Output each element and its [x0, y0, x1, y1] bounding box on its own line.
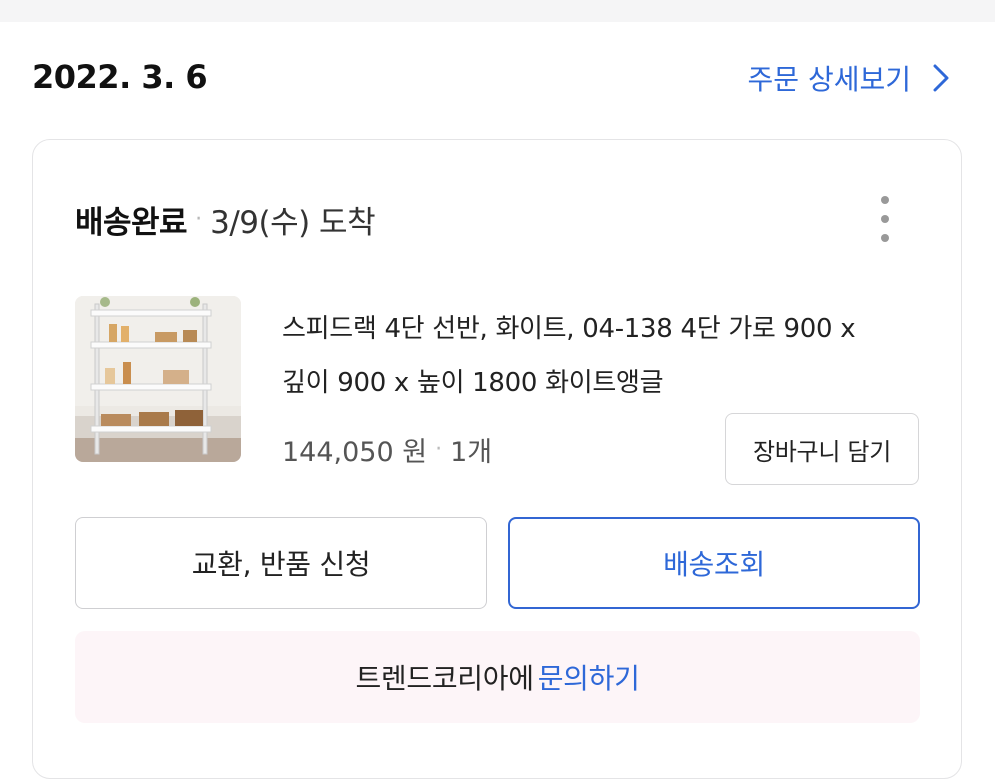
delivery-status: 배송완료 [75, 205, 188, 241]
track-delivery-button[interactable]: 배송조회 [508, 517, 920, 609]
product-price: 144,050 원 [282, 437, 428, 468]
chevron-right-icon [933, 64, 949, 92]
arrival-date: 3/9(수) 도착 [210, 205, 376, 241]
product-quantity: 1개 [450, 437, 493, 468]
price-row: 144,050 원 · 1개 [282, 430, 492, 469]
exchange-return-button[interactable]: 교환, 반품 신청 [75, 517, 487, 609]
product-name[interactable]: 스피드랙 4단 선반, 화이트, 04-138 4단 가로 900 x 깊이 9… [282, 302, 912, 410]
price-separator: · [435, 437, 443, 462]
seller-name: 트렌드코리아에 [355, 662, 534, 695]
order-date: 2022. 3. 6 [32, 58, 208, 96]
product-name-line2: 깊이 900 x 높이 1800 화이트앵글 [282, 368, 664, 398]
top-strip [0, 0, 995, 22]
inquiry-link[interactable]: 문의하기 [538, 657, 640, 697]
order-card: 배송완료 · 3/9(수) 도착 스피드랙 4단 선반, 화이트, 04-138… [32, 139, 962, 779]
shipment-status-row: 배송완료 · 3/9(수) 도착 [75, 197, 376, 242]
more-options-icon[interactable] [873, 196, 897, 242]
product-image[interactable] [75, 296, 241, 462]
order-detail-label: 주문 상세보기 [747, 63, 911, 96]
seller-inquiry-banner: 트렌드코리아에 문의하기 [75, 631, 920, 723]
product-name-line1: 스피드랙 4단 선반, 화이트, 04-138 4단 가로 900 x [282, 314, 856, 344]
order-detail-link[interactable]: 주문 상세보기 [748, 58, 949, 98]
status-separator: · [195, 207, 203, 232]
add-to-cart-button[interactable]: 장바구니 담기 [725, 413, 919, 485]
